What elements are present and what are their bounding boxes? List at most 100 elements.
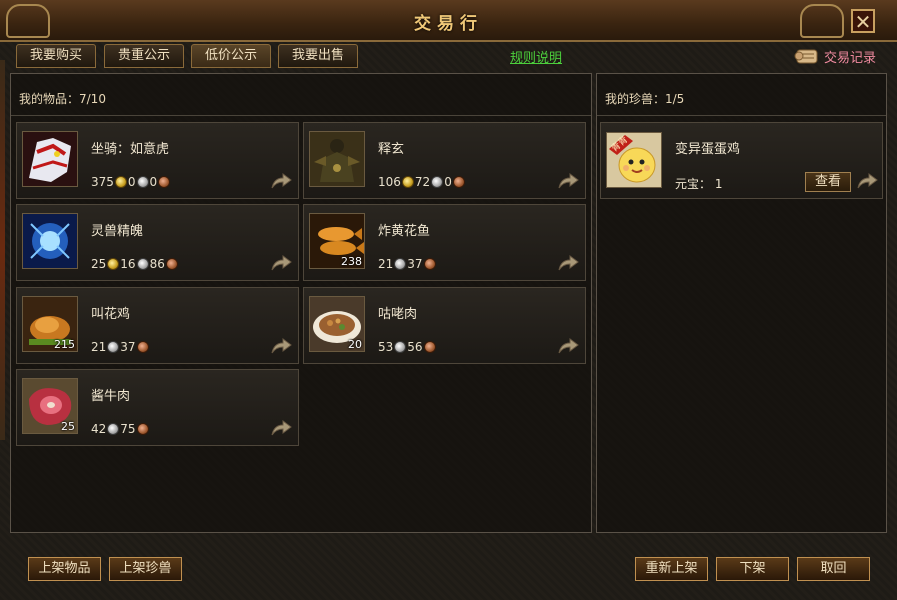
warrior-portrait-icon: [309, 131, 365, 187]
price-amount: 0: [149, 175, 158, 189]
pet-price: 元宝： 1: [675, 177, 723, 191]
item-cell[interactable]: 25 酱牛肉 42 75: [16, 369, 299, 446]
item-name: 坐骑：如意虎: [91, 142, 170, 157]
price-amount: 0: [127, 175, 136, 189]
item-price: 375 0 0: [91, 174, 171, 190]
item-name: 释玄: [378, 142, 405, 157]
price-amount: 375: [91, 175, 114, 189]
price-amount: 21: [91, 340, 107, 354]
item-name: 叫花鸡: [91, 307, 131, 322]
beef-icon: 25: [22, 378, 78, 434]
item-price: 25 16 86: [91, 256, 179, 272]
scroll-icon: [794, 49, 818, 64]
silver-coin-icon: [431, 176, 444, 188]
title-bar[interactable]: 交易行 ✕: [0, 0, 897, 42]
gold-coin-icon: [114, 176, 127, 188]
copper-coin-icon: [158, 176, 171, 188]
price-amount: 56: [407, 340, 423, 354]
window-edge-decoration: [0, 60, 5, 440]
share-arrow-icon[interactable]: [557, 254, 579, 272]
window-title: 交易行: [414, 14, 483, 34]
close-icon: ✕: [854, 10, 872, 34]
item-name: 酱牛肉: [91, 389, 131, 404]
price-amount: 25: [91, 257, 107, 271]
pet-cell[interactable]: 青青 变异蛋蛋鸡 元宝： 1 查看: [600, 122, 883, 199]
meat-dish-icon: 20: [309, 296, 365, 352]
share-arrow-icon[interactable]: [270, 172, 292, 190]
price-amount: 72: [414, 175, 431, 189]
gold-coin-icon: [401, 176, 414, 188]
copper-coin-icon: [136, 423, 149, 435]
trade-record-label: 交易记录: [824, 51, 877, 66]
share-arrow-icon[interactable]: [557, 172, 579, 190]
rules-link[interactable]: 规则说明: [510, 47, 562, 66]
silver-coin-icon: [394, 341, 407, 353]
silver-coin-icon: [107, 423, 120, 435]
silver-coin-icon: [107, 341, 120, 353]
share-arrow-icon[interactable]: [856, 172, 878, 190]
tab-valuable-notice[interactable]: 贵重公示: [104, 44, 184, 68]
close-button[interactable]: ✕: [851, 9, 875, 33]
silver-coin-icon: [394, 258, 407, 270]
item-price: 53 56: [378, 339, 437, 355]
relist-button[interactable]: 重新上架: [635, 557, 708, 581]
list-item-button[interactable]: 上架物品: [28, 557, 101, 581]
item-price: 21 37: [91, 339, 150, 355]
divider: [597, 115, 886, 116]
price-amount: 16: [120, 257, 136, 271]
list-pet-button[interactable]: 上架珍兽: [109, 557, 182, 581]
item-quantity: 215: [54, 338, 75, 351]
tab-buy[interactable]: 我要购买: [16, 44, 96, 68]
item-quantity: 20: [348, 338, 362, 351]
spirit-orb-icon: [22, 213, 78, 269]
item-quantity: 238: [341, 255, 362, 268]
copper-coin-icon: [423, 341, 436, 353]
silver-coin-icon: [136, 176, 149, 188]
price-amount: 53: [378, 340, 394, 354]
price-amount: 37: [407, 257, 423, 271]
copper-coin-icon: [136, 341, 149, 353]
retrieve-button[interactable]: 取回: [797, 557, 870, 581]
item-price: 21 37: [378, 256, 437, 272]
roast-chicken-icon: 215: [22, 296, 78, 352]
share-arrow-icon[interactable]: [270, 337, 292, 355]
item-cell[interactable]: 238 炸黄花鱼 21 37: [303, 204, 586, 281]
copper-coin-icon: [423, 258, 436, 270]
item-cell[interactable]: 释玄 106 72 0: [303, 122, 586, 199]
item-name: 炸黄花鱼: [378, 224, 431, 239]
item-cell[interactable]: 20 咕咾肉 53 56: [303, 287, 586, 364]
egg-chick-icon: 青青: [606, 132, 662, 188]
silver-coin-icon: [136, 258, 149, 270]
share-arrow-icon[interactable]: [270, 254, 292, 272]
item-cell[interactable]: 215 叫花鸡 21 37: [16, 287, 299, 364]
item-cell[interactable]: 灵兽精魄 25 16 86: [16, 204, 299, 281]
tiger-mount-icon: [22, 131, 78, 187]
item-price: 42 75: [91, 421, 150, 437]
copper-coin-icon: [452, 176, 465, 188]
item-price: 106 72 0: [378, 174, 466, 190]
pet-name: 变异蛋蛋鸡: [675, 142, 741, 157]
price-amount: 0: [444, 175, 452, 189]
unlist-button[interactable]: 下架: [716, 557, 789, 581]
share-arrow-icon[interactable]: [557, 337, 579, 355]
price-amount: 75: [120, 422, 136, 436]
fried-fish-icon: 238: [309, 213, 365, 269]
item-name: 咕咾肉: [378, 307, 418, 322]
tab-sell[interactable]: 我要出售: [278, 44, 358, 68]
gold-coin-icon: [107, 258, 120, 270]
trade-window: 交易行 ✕ 我要购买 贵重公示 低价公示 我要出售 规则说明 交易记录 我的物品…: [0, 0, 897, 600]
divider: [11, 115, 591, 116]
view-button[interactable]: 查看: [805, 172, 851, 192]
trade-record-link[interactable]: 交易记录: [794, 44, 886, 68]
tab-lowprice-notice[interactable]: 低价公示: [191, 44, 271, 68]
price-amount: 37: [120, 340, 136, 354]
copper-coin-icon: [165, 258, 178, 270]
pets-panel-title: 我的珍兽：1/5: [605, 92, 685, 106]
item-cell[interactable]: 坐骑：如意虎 375 0 0: [16, 122, 299, 199]
share-arrow-icon[interactable]: [270, 419, 292, 437]
item-name: 灵兽精魄: [91, 224, 144, 239]
price-amount: 42: [91, 422, 107, 436]
price-amount: 21: [378, 257, 394, 271]
price-amount: 86: [149, 257, 165, 271]
items-panel-title: 我的物品：7/10: [19, 92, 106, 106]
